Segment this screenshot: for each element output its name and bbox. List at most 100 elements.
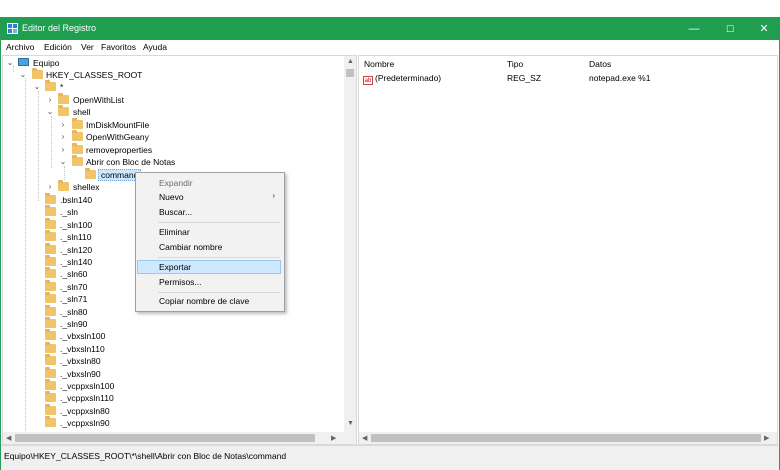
folder-icon <box>45 242 56 254</box>
registry-editor-window: Editor del Registro — ☐ ✕ Archivo Edició… <box>0 17 780 470</box>
column-header-name[interactable]: Nombre <box>364 59 394 69</box>
column-header-type[interactable]: Tipo <box>507 59 523 69</box>
collapse-arrow-icon[interactable]: ⌄ <box>33 81 41 93</box>
collapse-arrow-icon[interactable]: ⌄ <box>46 106 54 118</box>
title-bar[interactable]: Editor del Registro — ☐ ✕ <box>1 18 779 40</box>
menu-favoritos[interactable]: Favoritos <box>101 42 136 52</box>
scroll-up-arrow-icon[interactable]: ▲ <box>347 58 354 65</box>
expand-arrow-icon[interactable]: › <box>59 144 67 156</box>
tree-node-equipo[interactable]: ⌄ Equipo <box>3 57 333 69</box>
tree-horizontal-scrollbar[interactable]: ◀ ▶ <box>3 432 344 444</box>
menu-item-buscar[interactable]: Buscar... <box>137 205 281 219</box>
tree-node-key[interactable]: ._vcppxsln90 <box>3 416 333 429</box>
folder-icon <box>45 205 56 217</box>
collapse-arrow-icon[interactable]: ⌄ <box>6 57 14 69</box>
tree-node-label: OpenWithList <box>73 95 125 105</box>
tree-node-key[interactable]: ._vcppxsln110 <box>3 391 333 404</box>
maximize-button[interactable]: ☐ <box>713 18 747 40</box>
tree-node-removeproperties[interactable]: › removeproperties <box>3 143 333 156</box>
folder-icon <box>45 391 56 403</box>
tree-node-label: ._sln110 <box>60 232 92 243</box>
tree-node-key[interactable]: ._sln90 <box>3 317 333 330</box>
menu-item-expandir[interactable]: Expandir <box>137 176 281 190</box>
tree-node-openwithlist[interactable]: › OpenWithList <box>3 93 333 106</box>
folder-icon <box>45 230 56 242</box>
tree-vertical-scrollbar[interactable]: ▲ ▼ <box>344 56 356 444</box>
registry-app-icon <box>7 23 18 34</box>
tree-node-key[interactable]: ._vbxsln110 <box>3 341 333 355</box>
tree-node-imdiskmountfile[interactable]: › ImDiskMountFile <box>3 118 333 131</box>
menu-item-cambiar-nombre[interactable]: Cambiar nombre <box>137 240 281 254</box>
menu-item-eliminar[interactable]: Eliminar <box>137 225 281 239</box>
tree-node-key[interactable]: ._vbxsln80 <box>3 354 333 367</box>
tree-node-label: ._sln <box>60 207 78 218</box>
value-name: (Predeterminado) <box>375 73 442 83</box>
expand-arrow-icon[interactable]: › <box>46 94 54 106</box>
menu-item-copiar-nombre-de-clave[interactable]: Copiar nombre de clave <box>137 294 281 308</box>
tree-node-hkcr[interactable]: ⌄ HKEY_CLASSES_ROOT <box>3 68 333 81</box>
expand-arrow-icon[interactable]: › <box>59 119 67 131</box>
tree-node-label: ._sln70 <box>60 281 88 292</box>
tree-node-label: HKEY_CLASSES_ROOT <box>46 70 143 80</box>
tree-node-label: ._sln80 <box>60 306 88 317</box>
collapse-arrow-icon[interactable]: ⌄ <box>19 69 27 81</box>
tree-node-label: ImDiskMountFile <box>86 120 150 130</box>
scroll-left-arrow-icon[interactable]: ◀ <box>362 434 367 442</box>
tree-node-star[interactable]: ⌄ * <box>3 80 333 93</box>
tree-node-label: ._vcppxsln100 <box>60 381 115 391</box>
tree-node-abrir-con-bloc-de-notas[interactable]: ⌄ Abrir con Bloc de Notas <box>3 155 333 168</box>
expand-arrow-icon[interactable]: › <box>59 131 67 143</box>
folder-icon <box>45 193 56 204</box>
folder-icon <box>45 267 56 279</box>
column-header-data[interactable]: Datos <box>589 59 611 69</box>
folder-icon <box>72 118 83 129</box>
tree-node-label: ._vbxsln100 <box>60 331 106 342</box>
folder-icon <box>45 217 56 229</box>
values-pane[interactable]: Nombre Tipo Datos ab (Predeterminado) REG… <box>358 55 778 445</box>
folder-icon <box>45 317 56 328</box>
tree-node-key[interactable]: ._vbxsln90 <box>3 366 333 380</box>
tree-node-key[interactable]: ._vcppxsln80 <box>3 403 333 417</box>
submenu-arrow-icon: › <box>272 191 275 200</box>
menu-item-label: Cambiar nombre <box>159 242 223 252</box>
scrollbar-thumb[interactable] <box>15 434 315 442</box>
tree-node-label: Abrir con Bloc de Notas <box>86 157 176 167</box>
menu-archivo[interactable]: Archivo <box>6 42 34 52</box>
tree-node-key[interactable]: ._vcppxsln100 <box>3 379 333 392</box>
value-row[interactable]: ab (Predeterminado) REG_SZ notepad.exe %1 <box>359 73 777 85</box>
scroll-right-arrow-icon[interactable]: ▶ <box>331 434 336 442</box>
scroll-right-arrow-icon[interactable]: ▶ <box>764 434 769 442</box>
scrollbar-thumb[interactable] <box>346 69 354 77</box>
tree-node-label: ._vbxsln110 <box>60 343 105 354</box>
tree-node-label: * <box>60 82 64 92</box>
menu-item-label: Expandir <box>159 178 193 188</box>
expand-arrow-icon[interactable]: › <box>46 181 54 193</box>
context-menu: Expandir Nuevo › Buscar... Eliminar Camb… <box>135 172 285 312</box>
folder-icon <box>45 292 56 304</box>
tree-node-label: ._sln120 <box>60 244 93 255</box>
values-horizontal-scrollbar[interactable]: ◀ ▶ <box>359 432 777 444</box>
folder-icon <box>45 416 56 428</box>
menu-edicion[interactable]: Edición <box>44 42 72 52</box>
menu-item-nuevo[interactable]: Nuevo › <box>137 190 281 204</box>
tree-node-label: Equipo <box>33 58 60 68</box>
tree-node-label: shellex <box>73 182 100 192</box>
scroll-down-arrow-icon[interactable]: ▼ <box>347 420 354 427</box>
collapse-arrow-icon[interactable]: ⌄ <box>59 156 67 168</box>
folder-icon <box>45 341 56 353</box>
tree-node-label: shell <box>73 107 91 117</box>
scrollbar-thumb[interactable] <box>371 434 761 442</box>
close-button[interactable]: ✕ <box>747 18 780 40</box>
menu-separator <box>158 292 280 293</box>
value-data-cell: notepad.exe %1 <box>589 73 651 83</box>
menu-ver[interactable]: Ver <box>81 42 94 52</box>
menu-item-label: Exportar <box>159 262 192 272</box>
tree-node-key[interactable]: ._vbxsln100 <box>3 329 333 342</box>
menu-ayuda[interactable]: Ayuda <box>143 42 167 52</box>
scroll-left-arrow-icon[interactable]: ◀ <box>6 434 11 442</box>
menu-item-permisos[interactable]: Permisos... <box>137 275 281 289</box>
menu-item-exportar[interactable]: Exportar <box>137 260 281 274</box>
minimize-button[interactable]: — <box>677 18 711 40</box>
tree-node-shell[interactable]: ⌄ shell <box>3 105 333 118</box>
tree-node-openwithgeany[interactable]: › OpenWithGeany <box>3 130 333 143</box>
